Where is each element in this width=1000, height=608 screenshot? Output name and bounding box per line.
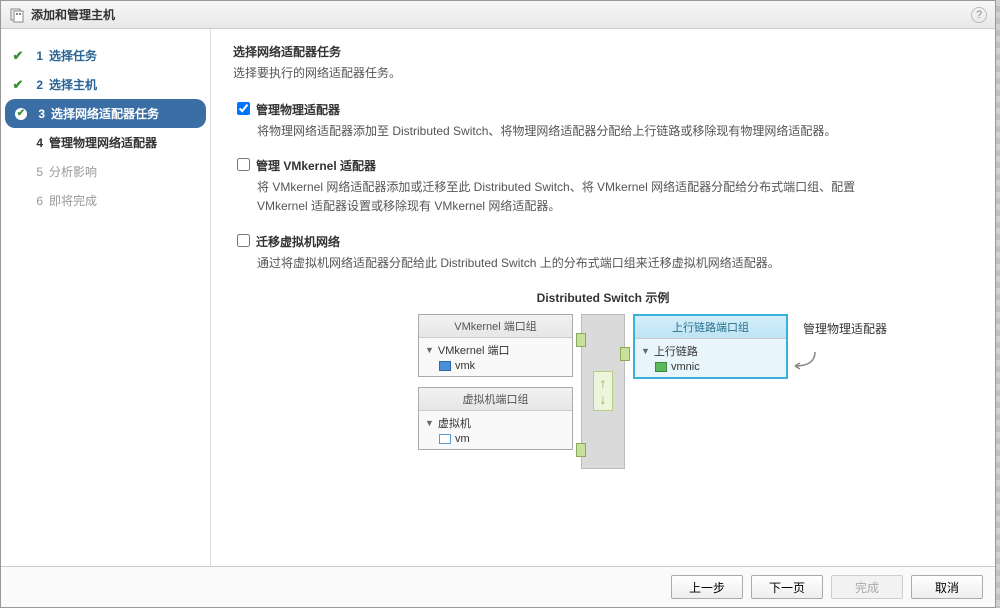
distributed-switch-box: ↑ ↓ [581,314,625,469]
wizard-dialog: 添加和管理主机 ? ✔ 1 选择任务 ✔ 2 选择主机 ✔ 3 选择网络适配器任… [0,0,996,608]
uplink-portgroup-panel: 上行链路端口组 ▼ 上行链路 vmnic [633,314,788,379]
help-icon[interactable]: ? [971,7,987,23]
tree-label: vmnic [671,361,700,373]
diagram-title: Distributed Switch 示例 [233,289,973,306]
checkbox-manage-physical[interactable] [237,102,250,115]
port-icon [576,443,586,457]
switch-arrows: ↑ ↓ [593,371,613,411]
tree-label: vm [455,433,470,445]
check-icon: ✔ [15,108,27,120]
step-4: ✔ 4 管理物理网络适配器 [1,128,210,157]
panel-header: VMkernel 端口组 [419,315,572,338]
option-manage-vmkernel: 管理 VMkernel 适配器 将 VMkernel 网络适配器添加或迁移至此 … [233,157,973,216]
vm-icon [439,434,451,444]
checkbox-migrate-vm[interactable] [237,234,250,247]
tree-label: 上行链路 [654,343,698,359]
wizard-steps-sidebar: ✔ 1 选择任务 ✔ 2 选择主机 ✔ 3 选择网络适配器任务 ✔ 4 管理物理… [1,29,211,566]
wizard-content: 选择网络适配器任务 选择要执行的网络适配器任务。 管理物理适配器 将物理网络适配… [211,29,995,566]
tree-label: VMkernel 端口 [438,342,510,358]
nic-icon [439,361,451,371]
next-button[interactable]: 下一页 [751,575,823,599]
triangle-icon: ▼ [425,345,434,355]
panel-header: 虚拟机端口组 [419,388,572,411]
option-desc: 将物理网络适配器添加至 Distributed Switch、将物理网络适配器分… [257,122,897,141]
back-button[interactable]: 上一步 [671,575,743,599]
page-subtitle: 选择要执行的网络适配器任务。 [233,64,973,81]
cancel-button[interactable]: 取消 [911,575,983,599]
arrow-down-icon: ↓ [600,392,607,406]
option-migrate-vm: 迁移虚拟机网络 通过将虚拟机网络适配器分配给此 Distributed Swit… [233,233,973,273]
callout-label: 管理物理适配器 [803,320,887,337]
pnic-icon [655,362,667,372]
option-label: 管理 VMkernel 适配器 [256,157,376,174]
hosts-icon [9,7,25,23]
option-label: 迁移虚拟机网络 [256,233,340,250]
vmkernel-portgroup-panel: VMkernel 端口组 ▼ VMkernel 端口 vmk [418,314,573,377]
step-2[interactable]: ✔ 2 选择主机 [1,70,210,99]
finish-button: 完成 [831,575,903,599]
triangle-icon: ▼ [425,418,434,428]
vm-portgroup-panel: 虚拟机端口组 ▼ 虚拟机 vm [418,387,573,450]
diagram-area: Distributed Switch 示例 VMkernel 端口组 ▼VMke… [233,289,973,469]
step-1[interactable]: ✔ 1 选择任务 [1,41,210,70]
dialog-title: 添加和管理主机 [31,6,971,23]
background-strip [996,0,1000,608]
tree-label: vmk [455,360,475,372]
port-icon [576,333,586,347]
dvs-diagram: VMkernel 端口组 ▼VMkernel 端口 vmk 虚拟机端口组 ▼虚拟… [418,314,788,469]
check-icon: ✔ [11,49,25,63]
step-6: ✔ 6 即将完成 [1,186,210,215]
check-icon: ✔ [11,78,25,92]
wizard-footer: 上一步 下一页 完成 取消 [1,566,995,607]
option-desc: 通过将虚拟机网络适配器分配给此 Distributed Switch 上的分布式… [257,254,897,273]
option-manage-physical: 管理物理适配器 将物理网络适配器添加至 Distributed Switch、将… [233,101,973,141]
checkbox-manage-vmkernel[interactable] [237,158,250,171]
titlebar: 添加和管理主机 ? [1,1,995,29]
triangle-icon: ▼ [641,346,650,356]
page-heading: 选择网络适配器任务 [233,43,973,60]
option-label: 管理物理适配器 [256,101,340,118]
option-desc: 将 VMkernel 网络适配器添加或迁移至此 Distributed Swit… [257,178,897,216]
callout-arrow-icon [791,350,817,370]
step-5: ✔ 5 分析影响 [1,157,210,186]
tree-label: 虚拟机 [438,415,471,431]
panel-header: 上行链路端口组 [635,316,786,339]
arrow-up-icon: ↑ [600,376,607,390]
step-3[interactable]: ✔ 3 选择网络适配器任务 [5,99,206,128]
port-icon [620,347,630,361]
